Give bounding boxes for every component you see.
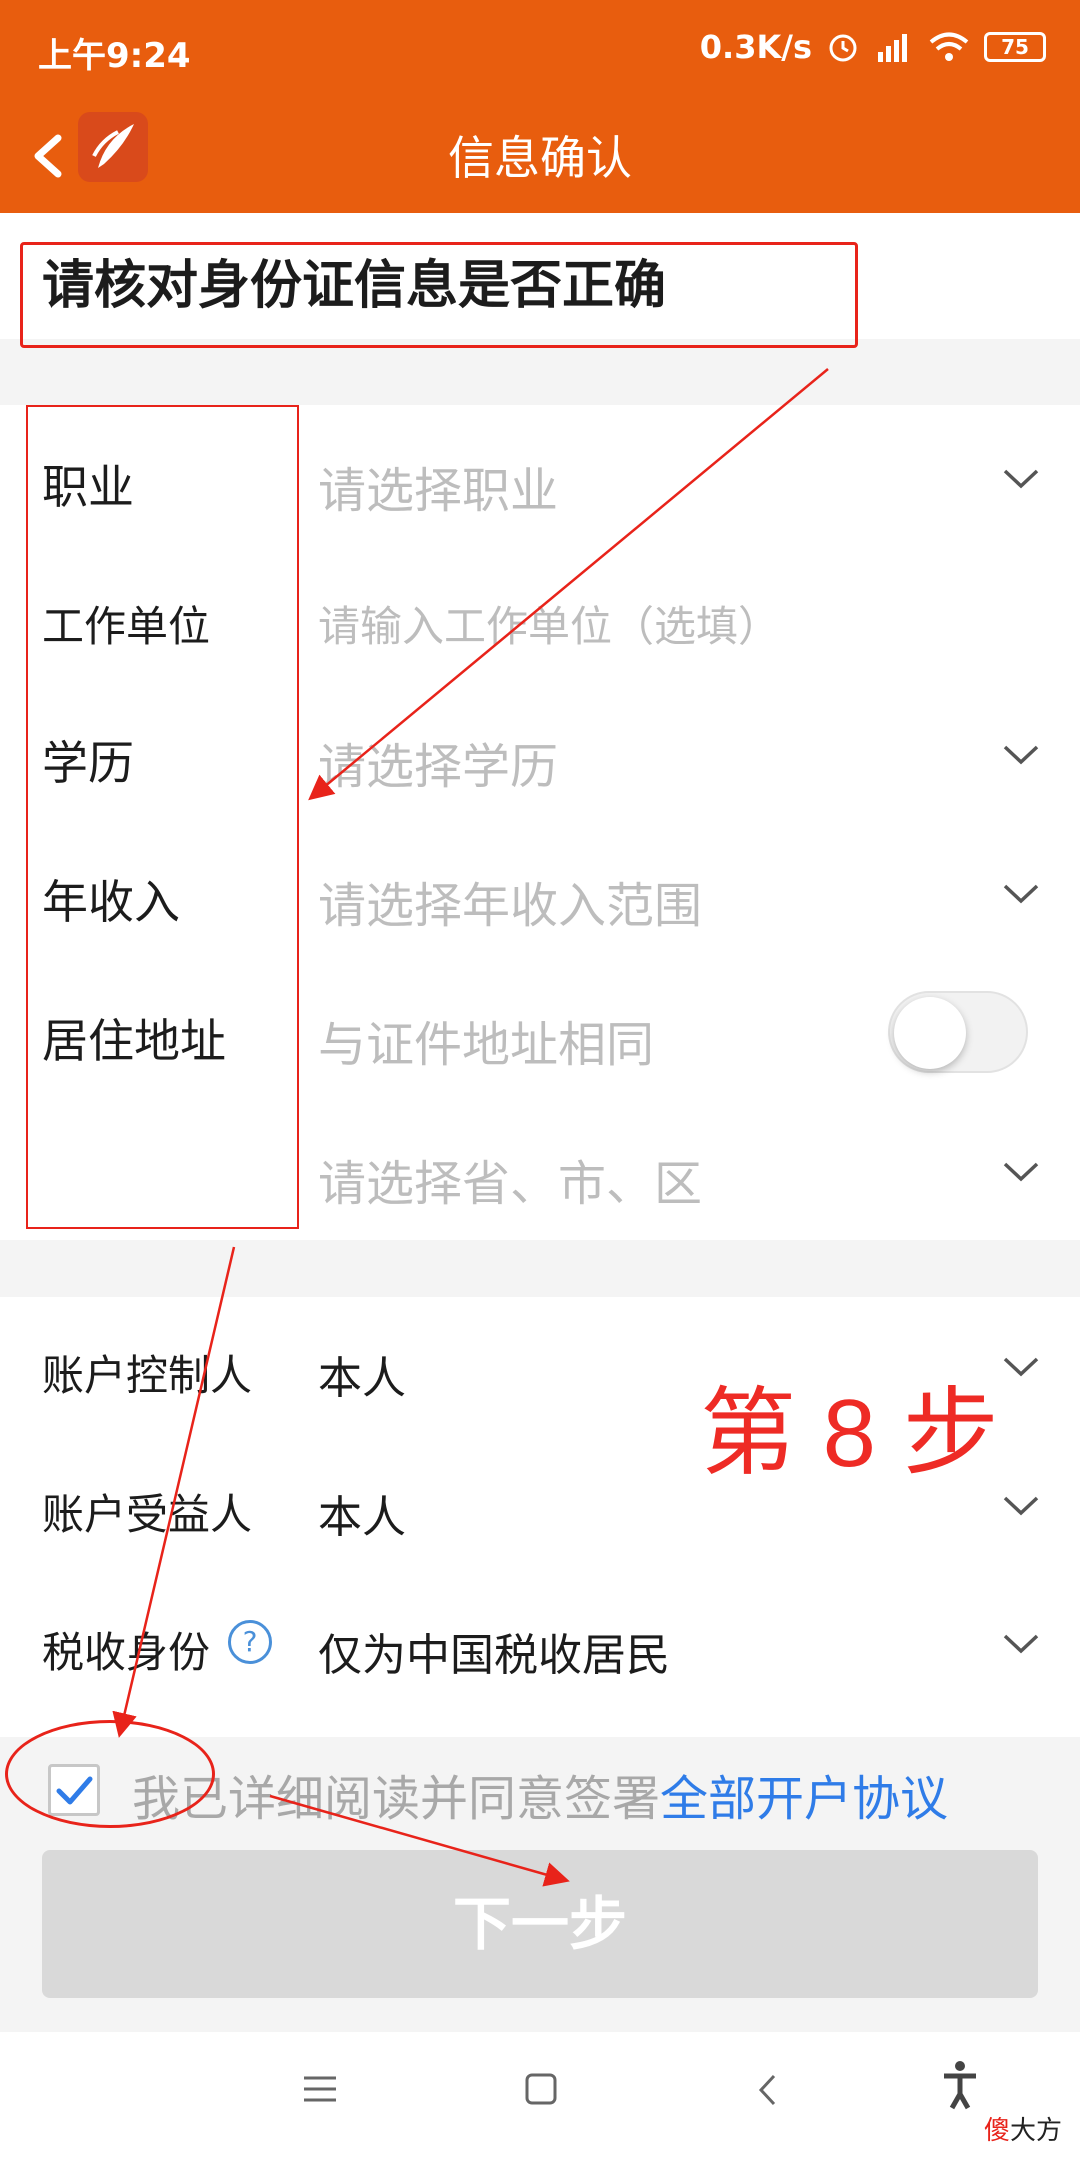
- watermark-rest: 大方: [1009, 2116, 1062, 2146]
- occupation-select[interactable]: 请选择职业: [318, 451, 558, 521]
- region-select[interactable]: 请选择省、市、区: [318, 1144, 702, 1214]
- page-title: 信息确认: [448, 131, 632, 185]
- annotation-box-labels: [26, 405, 299, 1229]
- signal-icon: [878, 34, 907, 62]
- status-time: 上午9:24: [38, 36, 191, 76]
- chevron-down-icon[interactable]: [1002, 882, 1040, 906]
- account-beneficiary-label: 账户受益人: [42, 1490, 253, 1539]
- status-bar: 上午9:24 0.3K/s 75: [0, 0, 1080, 100]
- alarm-icon: [829, 34, 857, 62]
- tax-status-value[interactable]: 仅为中国税收居民: [318, 1619, 670, 1683]
- network-speed: 0.3K/s: [699, 28, 812, 66]
- app-header: 信息确认: [0, 100, 1080, 213]
- chevron-down-icon[interactable]: [1002, 1355, 1040, 1379]
- chevron-down-icon[interactable]: [1002, 1160, 1040, 1184]
- income-select[interactable]: 请选择年收入范围: [318, 866, 702, 936]
- watermark-char: 傻: [983, 2116, 1010, 2146]
- education-select[interactable]: 请选择学历: [318, 727, 558, 797]
- wifi-icon: [929, 32, 969, 61]
- watermark-text: 傻大方: [984, 2110, 1062, 2147]
- chevron-down-icon[interactable]: [1002, 1632, 1040, 1656]
- help-icon[interactable]: ?: [228, 1620, 272, 1664]
- status-icons: 0.3K/s 75: [700, 28, 1046, 66]
- annotation-box-title: [20, 242, 858, 348]
- employer-input[interactable]: 请输入工作单位（选填）: [318, 593, 780, 654]
- annotation-circle-checkbox: [5, 1720, 215, 1828]
- chevron-down-icon[interactable]: [1002, 467, 1040, 491]
- account-beneficiary-value[interactable]: 本人: [318, 1481, 406, 1545]
- step-annotation: 第 8 步: [700, 1380, 999, 1487]
- home-icon[interactable]: [524, 2072, 558, 2106]
- same-as-id-toggle[interactable]: [888, 991, 1028, 1073]
- accessibility-icon[interactable]: [940, 2060, 980, 2110]
- same-as-id-label: 与证件地址相同: [318, 1017, 655, 1073]
- menu-icon[interactable]: [302, 2074, 338, 2104]
- account-controller-label: 账户控制人: [42, 1351, 253, 1400]
- system-nav-bar: 傻大方: [0, 2032, 1080, 2158]
- chevron-down-icon[interactable]: [1002, 1494, 1040, 1518]
- toggle-knob: [894, 997, 966, 1069]
- agreement-text: 我已详细阅读并同意签署全部开户协议: [132, 1759, 948, 1829]
- back-icon[interactable]: [756, 2072, 780, 2108]
- account-controller-value[interactable]: 本人: [318, 1342, 406, 1406]
- chevron-down-icon[interactable]: [1002, 743, 1040, 767]
- agreement-link[interactable]: 全部开户协议: [660, 1771, 948, 1827]
- tax-status-label: 税收身份: [42, 1628, 211, 1677]
- next-step-button[interactable]: 下一步: [42, 1850, 1038, 1998]
- battery-icon: 75: [984, 32, 1046, 62]
